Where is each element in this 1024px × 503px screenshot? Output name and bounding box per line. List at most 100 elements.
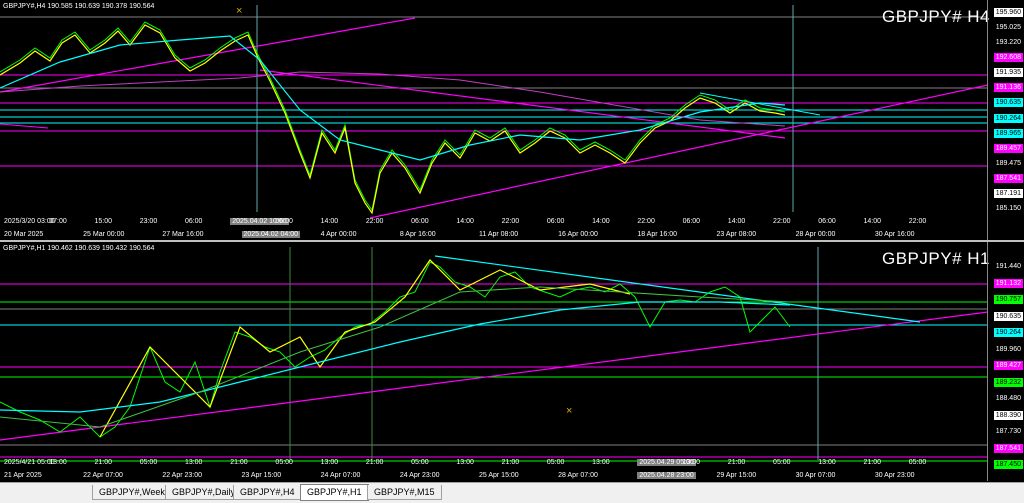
h4-chart[interactable]: × GBPJPY#,H4 190.585 190.639 190.378 190… (0, 0, 1024, 240)
price-label: 190.264 (993, 328, 1023, 337)
price-label: 191.136 (993, 83, 1023, 93)
price-label: 191.935 (993, 68, 1023, 78)
time-label: 23:00 (139, 218, 158, 225)
time-label: 14:00 (863, 218, 882, 225)
date-label: 30 Apr 16:00 (874, 231, 915, 238)
time-label: 05:00 (908, 459, 927, 466)
chart-tab[interactable]: GBPJPY#,M15 (367, 485, 442, 500)
time-label: 22:00 (365, 218, 384, 225)
time-label: 13:00 (682, 459, 701, 466)
chart-tab[interactable]: GBPJPY#,Daily (165, 485, 243, 500)
h1-chart-canvas[interactable]: × (0, 242, 988, 481)
trend-line (699, 92, 821, 116)
h1-chart-header: GBPJPY#,H1 190.462 190.639 190.432 190.5… (3, 245, 155, 252)
cross-marker: × (566, 405, 572, 417)
date-label: 30 Apr 07:00 (795, 472, 836, 479)
date-label: 27 Mar 16:00 (162, 231, 204, 238)
time-label: 21:00 (863, 459, 882, 466)
time-label: 22:00 (773, 218, 791, 225)
h4-price-axis[interactable]: 195.960 195.025 193.220 192.608 191.935 191.1… (987, 0, 1024, 240)
price-label: 189.960 (995, 345, 1021, 353)
time-label: 05:00 (546, 459, 565, 466)
date-label: 11 Apr 08:00 (479, 231, 519, 238)
chart-tab[interactable]: GBPJPY#,H1 (300, 484, 369, 501)
h1-chart-title: GBPJPY# H1 (882, 249, 990, 268)
price-label: 188.390 (993, 410, 1023, 420)
date-label: 18 Apr 16:00 (637, 231, 678, 238)
time-label: 21:00 (230, 459, 248, 466)
chart-tab[interactable]: GBPJPY#,H4 (233, 485, 302, 500)
price-series (0, 21, 786, 212)
trend-line (0, 17, 416, 93)
price-label: 190.264 (993, 113, 1023, 123)
time-label: 15:00 (94, 218, 112, 225)
price-label: 189.457 (993, 143, 1023, 153)
price-label: 185.150 (995, 205, 1021, 212)
trend-line (0, 311, 988, 441)
date-label: 23 Apr 15:00 (241, 472, 282, 479)
price-label: 193.220 (995, 39, 1021, 47)
moving-average (0, 71, 786, 127)
price-label: 191.132 (993, 278, 1023, 288)
trend-line (0, 123, 49, 129)
time-label: 13:00 (818, 459, 836, 466)
date-label: 2025.04.02 04:00 (241, 231, 300, 238)
time-label: 06:00 (275, 218, 293, 225)
price-label: 190.635 (993, 98, 1023, 108)
date-label: 4 Apr 00:00 (320, 231, 357, 238)
time-label: 14:00 (727, 218, 746, 225)
h4-chart-title: GBPJPY# H4 (882, 7, 990, 26)
price-label: 190.757 (993, 295, 1023, 304)
time-label: 13:00 (592, 459, 610, 466)
time-label: 05:00 (411, 459, 429, 466)
price-label: 191.440 (995, 263, 1021, 270)
price-label: 189.232 (993, 377, 1023, 387)
date-label: 8 Apr 16:00 (399, 231, 436, 238)
time-label: 21:00 (94, 459, 112, 466)
date-label: 22 Apr 07:00 (83, 472, 123, 479)
time-label: 21:00 (365, 459, 384, 466)
h4-chart-canvas[interactable]: × (0, 0, 988, 240)
time-label: 05:00 (139, 459, 158, 466)
price-label: 187.191 (993, 188, 1023, 198)
date-label: 28 Apr 00:00 (795, 231, 836, 238)
moving-average (0, 35, 786, 161)
price-label: 192.608 (993, 53, 1023, 63)
time-label: 06:00 (546, 218, 565, 225)
time-label: 21:00 (727, 459, 746, 466)
h1-price-axis[interactable]: 191.440 191.132 190.757 190.635 190.264 189.9… (987, 242, 1024, 481)
price-label: 188.480 (995, 395, 1021, 402)
time-label: 06:00 (818, 218, 836, 225)
price-label: 189.427 (993, 361, 1023, 370)
time-label: 06:00 (682, 218, 701, 225)
date-label: 28 Apr 07:00 (558, 472, 598, 479)
time-label: 14:00 (320, 218, 339, 225)
time-label: 13:00 (184, 459, 203, 466)
time-label: 21:00 (501, 459, 520, 466)
date-label: 25 Mar 00:00 (83, 231, 125, 238)
date-label: 29 Apr 15:00 (716, 472, 757, 479)
price-label: 195.025 (995, 24, 1021, 32)
time-label: 22:00 (501, 218, 520, 225)
trend-line (259, 69, 786, 139)
h1-chart[interactable]: × GBPJPY#,H1 190.462 190.639 190.432 190… (0, 242, 1024, 481)
price-label: 187.541 (993, 173, 1023, 183)
date-label: 16 Apr 00:00 (558, 231, 598, 238)
moving-average (0, 301, 791, 413)
time-label: 05:00 (275, 459, 293, 466)
date-label: 20 Mar 2025 (4, 231, 44, 238)
date-label: 24 Apr 07:00 (320, 472, 361, 479)
time-label: 13:00 (320, 459, 339, 466)
trend-line (369, 84, 988, 219)
cross-marker: × (236, 5, 242, 17)
date-label: 25 Apr 15:00 (479, 472, 519, 479)
time-label: 06:00 (411, 218, 429, 225)
time-label: 2025/3/20 03:00 (4, 218, 55, 225)
date-label: 2025.04.28 23:00 (637, 472, 696, 479)
price-label: 189.965 (993, 128, 1023, 138)
chart-tabs-bar: GBPJPY#,Weekly GBPJPY#,Daily GBPJPY#,H4 GBP… (0, 482, 1024, 503)
moving-average (0, 286, 791, 428)
time-label: 2025/4/21 05:00 (4, 459, 55, 466)
date-label: 21 Apr 2025 (4, 472, 42, 479)
date-label: 23 Apr 08:00 (716, 231, 757, 238)
